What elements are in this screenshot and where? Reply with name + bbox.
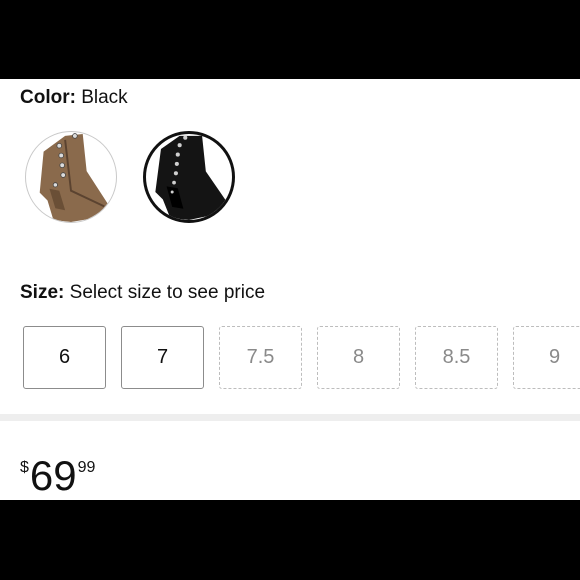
price-whole: 69 xyxy=(29,452,77,499)
size-option-7-5[interactable]: 7.5 xyxy=(219,326,302,389)
size-option-8-5[interactable]: 8.5 xyxy=(415,326,498,389)
color-swatch-black[interactable] xyxy=(143,131,235,223)
size-hint: Select size to see price xyxy=(69,282,266,303)
size-label: Size: xyxy=(20,282,65,303)
size-option-6[interactable]: 6 xyxy=(23,326,106,389)
color-selected-value: Black xyxy=(81,87,128,108)
price-currency-symbol: $ xyxy=(20,459,29,476)
brown-boot-image xyxy=(39,133,109,222)
black-boot-image xyxy=(155,135,227,220)
size-option-8[interactable]: 8 xyxy=(317,326,400,389)
size-option-7[interactable]: 7 xyxy=(121,326,204,389)
section-divider xyxy=(0,414,580,421)
color-label-row: Color: Black xyxy=(20,87,128,109)
color-label: Color: xyxy=(20,87,76,108)
color-swatch-brown[interactable] xyxy=(25,131,117,223)
size-label-row: Size: Select size to see price xyxy=(20,282,265,304)
size-option-9[interactable]: 9 xyxy=(513,326,580,389)
price: $ 69 99 xyxy=(20,455,95,497)
price-fraction: 99 xyxy=(77,459,96,476)
